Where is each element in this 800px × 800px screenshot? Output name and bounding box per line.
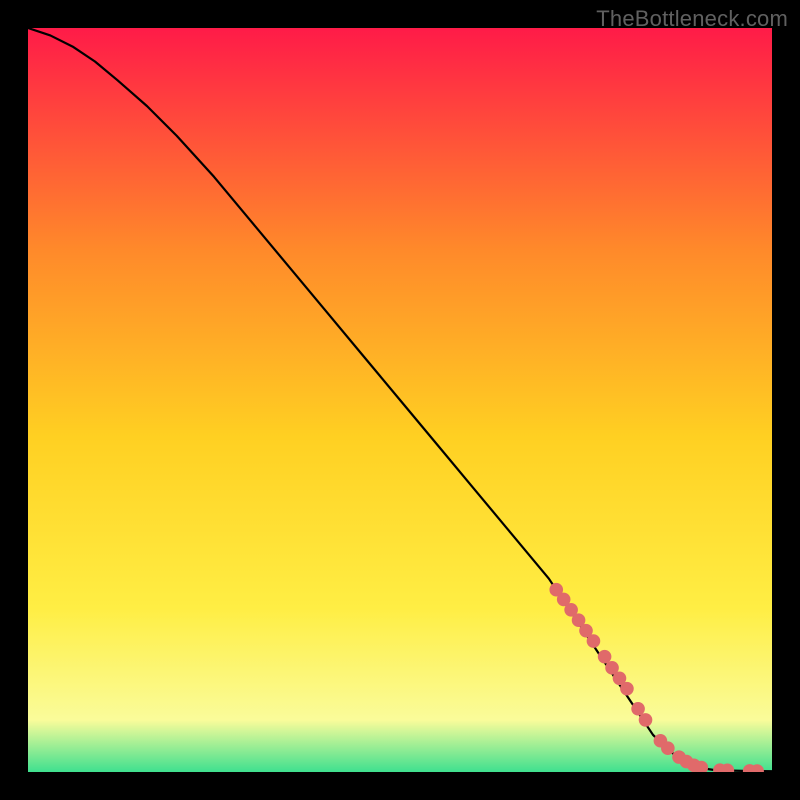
chart-plot xyxy=(28,28,772,772)
data-marker xyxy=(587,634,601,648)
data-marker xyxy=(620,682,634,696)
chart-svg xyxy=(28,28,772,772)
data-marker xyxy=(661,741,675,755)
watermark-text: TheBottleneck.com xyxy=(596,6,788,32)
data-marker xyxy=(598,650,612,664)
data-marker xyxy=(631,702,645,716)
chart-stage: TheBottleneck.com xyxy=(0,0,800,800)
data-marker xyxy=(639,713,653,727)
